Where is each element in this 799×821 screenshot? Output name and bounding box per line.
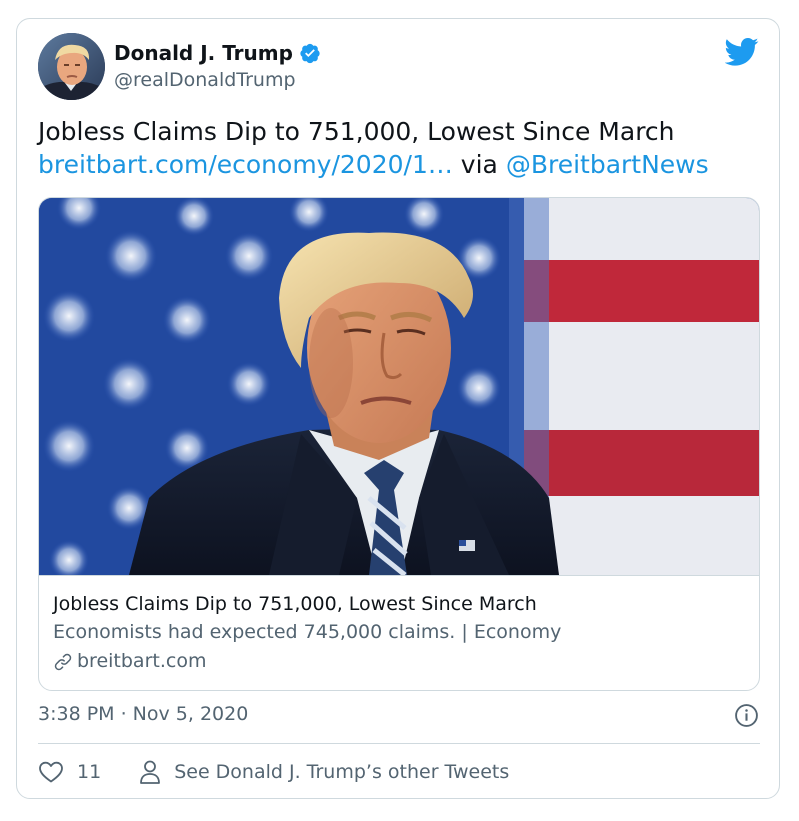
tweet-actions: 11 See Donald J. Trump’s other Tweets: [38, 759, 509, 785]
card-description: Economists had expected 745,000 claims. …: [53, 621, 562, 643]
tweet-mention-link[interactable]: @BreitbartNews: [506, 150, 709, 179]
avatar[interactable]: [38, 33, 105, 100]
heart-icon: [39, 761, 63, 783]
card-domain-text[interactable]: breitbart.com: [77, 647, 206, 676]
like-button[interactable]: 11: [38, 760, 101, 784]
like-count: 11: [77, 761, 102, 783]
tweet-timestamp[interactable]: 3:38 PM · Nov 5, 2020: [38, 703, 248, 725]
twitter-bird-icon[interactable]: [725, 37, 759, 67]
link-icon: [54, 653, 72, 670]
verified-badge-icon: [300, 43, 320, 64]
see-other-tweets-label[interactable]: See Donald J. Trump’s other Tweets: [174, 761, 509, 783]
author-display-name[interactable]: Donald J. Trump: [114, 41, 293, 65]
divider: [38, 743, 760, 744]
card-body[interactable]: Jobless Claims Dip to 751,000, Lowest Si…: [53, 590, 743, 676]
author-handle[interactable]: @realDonaldTrump: [114, 69, 296, 91]
see-other-tweets-button[interactable]: See Donald J. Trump’s other Tweets: [139, 759, 509, 785]
card-title[interactable]: Jobless Claims Dip to 751,000, Lowest Si…: [53, 590, 743, 618]
info-icon[interactable]: [734, 703, 759, 728]
tweet-text-line1: Jobless Claims Dip to 751,000, Lowest Si…: [38, 117, 675, 146]
card-image[interactable]: [39, 198, 759, 576]
link-preview-card[interactable]: Jobless Claims Dip to 751,000, Lowest Si…: [38, 197, 760, 691]
author-name-row[interactable]: Donald J. Trump: [114, 41, 321, 65]
avatar-photo: [38, 33, 105, 100]
tweet-text: Jobless Claims Dip to 751,000, Lowest Si…: [38, 115, 768, 181]
tweet-via-text: via: [452, 150, 506, 179]
tweet-text-line2: breitbart.com/economy/2020/1… via @Breit…: [38, 148, 768, 181]
card-photo: [39, 198, 759, 575]
card-domain[interactable]: breitbart.com: [53, 647, 743, 676]
tweet-article-link[interactable]: breitbart.com/economy/2020/1…: [38, 150, 453, 179]
tweet-embed[interactable]: Donald J. Trump @realDonaldTrump Jobless…: [16, 18, 780, 799]
person-icon: [140, 760, 161, 784]
